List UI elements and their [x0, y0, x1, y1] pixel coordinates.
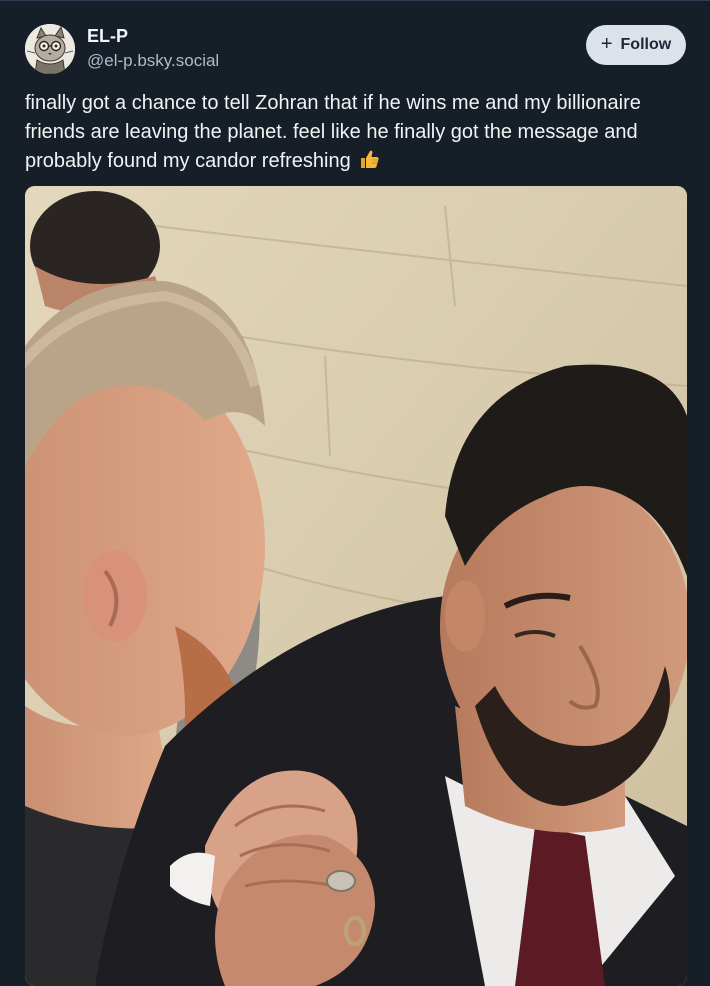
post-image[interactable] [25, 186, 687, 986]
post-header: EL-P @el-p.bsky.social + Follow [25, 23, 686, 79]
post-body-text: finally got a chance to tell Zohran that… [25, 92, 641, 172]
author-display-name[interactable]: EL-P [87, 23, 219, 49]
thumbs-up-icon [358, 148, 380, 170]
follow-button[interactable]: + Follow [586, 25, 686, 65]
author-handle[interactable]: @el-p.bsky.social [87, 50, 219, 72]
post-card: EL-P @el-p.bsky.social + Follow finally … [0, 0, 710, 986]
follow-button-label: Follow [620, 36, 672, 53]
author-info: EL-P @el-p.bsky.social [87, 23, 219, 72]
photo-icon [25, 186, 687, 986]
plus-icon: + [600, 33, 613, 55]
post-text: finally got a chance to tell Zohran that… [25, 89, 685, 176]
cat-avatar-icon[interactable] [25, 24, 75, 74]
